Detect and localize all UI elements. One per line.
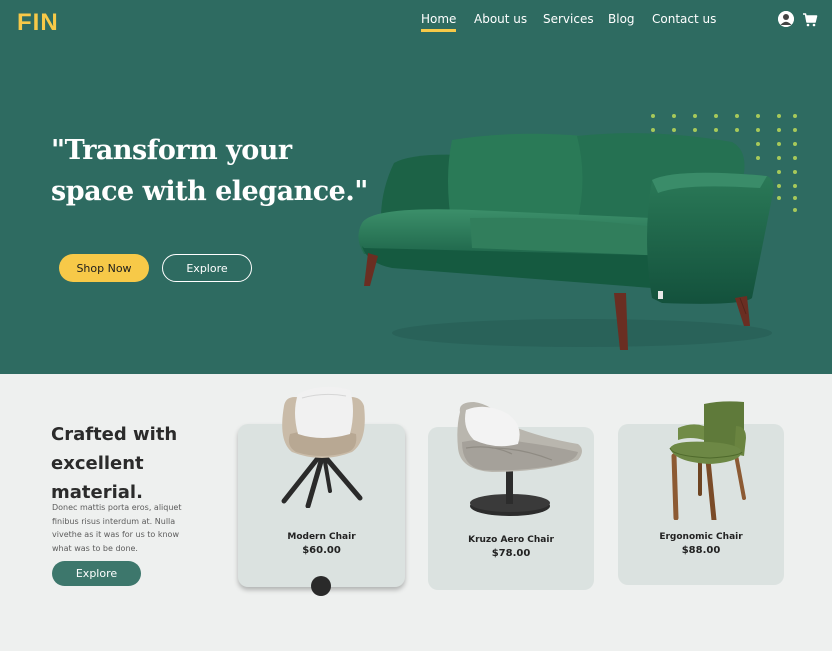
nav-contact[interactable]: Contact us bbox=[652, 12, 716, 26]
product-price: $78.00 bbox=[491, 548, 531, 559]
product-price: $60.00 bbox=[302, 545, 341, 556]
active-underline bbox=[421, 29, 457, 32]
product-price: $88.00 bbox=[681, 545, 721, 556]
hero-section: FIN Home About us Services Blog Contact … bbox=[0, 0, 832, 374]
slider-handle[interactable] bbox=[311, 576, 331, 596]
hero-headline: "Transform your space with elegance." bbox=[51, 135, 368, 207]
nav-home-label: Home bbox=[421, 12, 457, 26]
explore-button[interactable]: Explore bbox=[52, 561, 141, 586]
shop-now-button[interactable]: Shop Now bbox=[59, 254, 149, 282]
kruzo-aero-chair-image bbox=[457, 402, 582, 516]
logo[interactable]: FIN bbox=[17, 9, 59, 37]
nav-blog[interactable]: Blog bbox=[608, 12, 635, 26]
product-name: Modern Chair bbox=[287, 532, 356, 542]
product-name: Ergonomic Chair bbox=[659, 532, 743, 542]
hero-explore-button[interactable]: Explore bbox=[162, 254, 252, 282]
section-title: Crafted with excellent material. bbox=[51, 424, 178, 503]
modern-chair-image bbox=[281, 386, 365, 508]
nav-about[interactable]: About us bbox=[474, 12, 527, 26]
product-name: Kruzo Aero Chair bbox=[468, 535, 554, 545]
nav-home[interactable]: Home bbox=[421, 12, 457, 32]
nav-services[interactable]: Services bbox=[543, 12, 594, 26]
section-description: Donec mattis porta eros, aliquet finibus… bbox=[52, 503, 182, 553]
user-icon[interactable] bbox=[778, 11, 794, 27]
cart-icon[interactable] bbox=[802, 12, 818, 28]
sofa-image bbox=[358, 133, 774, 350]
ergonomic-chair-image bbox=[669, 401, 746, 520]
